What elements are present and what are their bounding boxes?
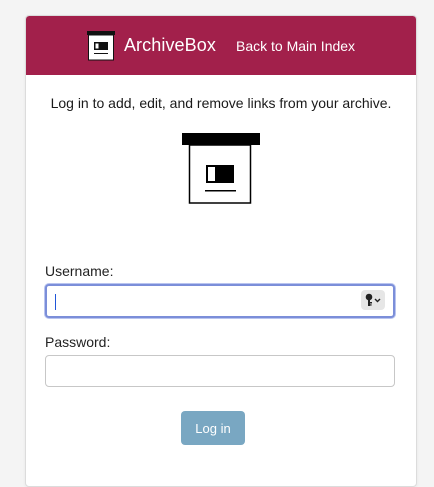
back-to-main-index-link[interactable]: Back to Main Index <box>236 38 355 54</box>
site-header: ArchiveBox Back to Main Index <box>26 16 416 75</box>
intro-text: Log in to add, edit, and remove links fr… <box>50 95 392 111</box>
username-input[interactable] <box>45 284 395 318</box>
password-input[interactable] <box>45 355 395 387</box>
brand-link[interactable]: ArchiveBox <box>86 30 236 61</box>
login-panel: ArchiveBox Back to Main Index Log in to … <box>25 15 417 487</box>
archivebox-logo-icon <box>86 30 115 60</box>
key-icon <box>365 293 381 306</box>
password-label: Password: <box>45 334 111 350</box>
archivebox-logo-icon <box>182 133 260 204</box>
brand-name: ArchiveBox <box>123 35 216 55</box>
username-label: Username: <box>45 263 114 279</box>
log-in-button[interactable]: Log in <box>181 411 245 445</box>
password-manager-button[interactable] <box>361 290 385 310</box>
text-caret <box>55 294 56 310</box>
